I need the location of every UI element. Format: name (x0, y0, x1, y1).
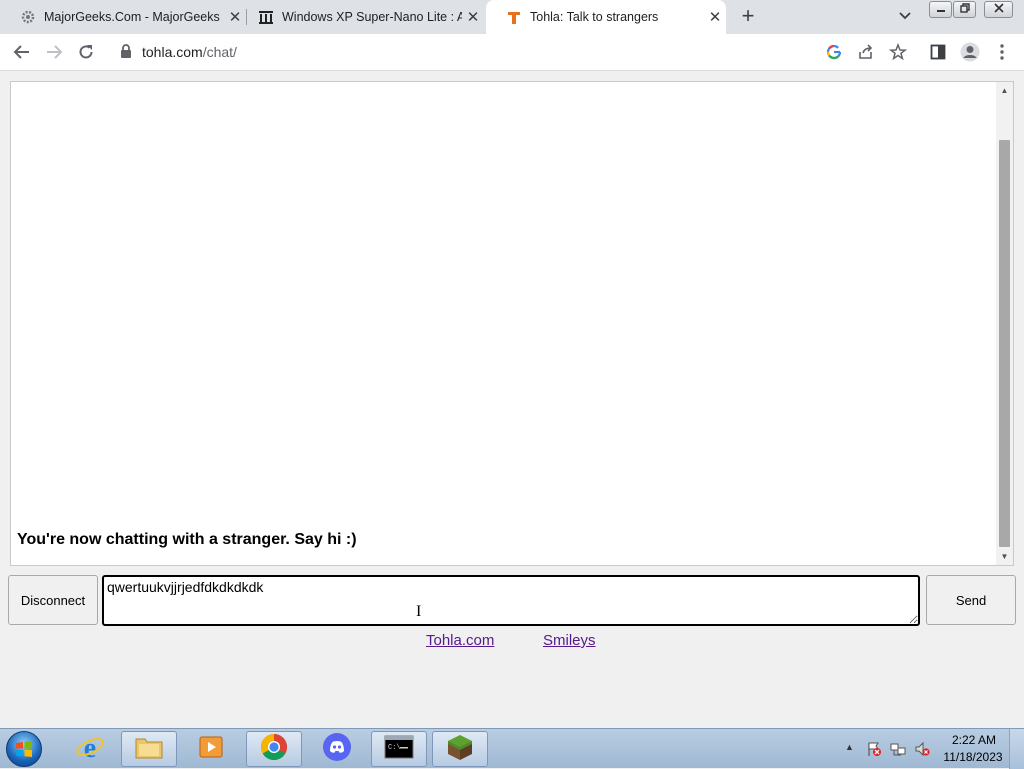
google-icon[interactable] (824, 42, 844, 62)
bookmark-star-icon[interactable] (888, 42, 908, 62)
network-icon[interactable] (890, 741, 906, 757)
folder-icon (134, 734, 164, 765)
windows-taskbar: e C:\ ▲ 2:22 AM 11/18/2023 (0, 728, 1024, 769)
start-button[interactable] (6, 731, 42, 767)
close-tab-icon[interactable]: ✕ (462, 8, 484, 26)
smileys-link[interactable]: Smileys (543, 632, 596, 649)
forward-button[interactable] (44, 42, 64, 62)
url-path: /chat/ (202, 44, 237, 60)
minimize-window-button[interactable] (929, 1, 952, 18)
url-text: tohla.com/chat/ (142, 44, 237, 60)
chrome-icon (259, 732, 289, 767)
close-window-button[interactable] (984, 1, 1013, 18)
action-center-flag-icon[interactable] (866, 741, 882, 757)
chat-log[interactable]: You're now chatting with a stranger. Say… (10, 81, 1014, 566)
browser-toolbar: tohla.com/chat/ (0, 34, 1024, 71)
tab-tohla[interactable]: Tohla: Talk to strangers ✕ (486, 0, 726, 34)
svg-text:C:\: C:\ (388, 744, 401, 752)
minecraft-grass-block-icon (445, 732, 475, 767)
tab-title: Windows XP Super-Nano Lite : Al (282, 10, 462, 24)
discord-icon (322, 732, 352, 767)
internet-explorer-icon: e (75, 732, 105, 767)
chat-log-scrollbar[interactable]: ▲ ▼ (996, 82, 1013, 565)
tab-title: MajorGeeks.Com - MajorGeeks (44, 10, 220, 24)
media-player-icon (197, 733, 225, 766)
taskbar-minecraft[interactable] (432, 731, 488, 767)
address-bar[interactable]: tohla.com/chat/ (108, 37, 916, 67)
taskbar-chrome[interactable] (246, 731, 302, 767)
tab-majorgeeks[interactable]: MajorGeeks.Com - MajorGeeks ✕ (0, 0, 246, 34)
show-hidden-icons-arrow-icon[interactable]: ▲ (845, 742, 854, 752)
send-button[interactable]: Send (926, 575, 1016, 625)
taskbar-internet-explorer[interactable]: e (62, 731, 118, 767)
more-menu-icon[interactable] (992, 42, 1012, 62)
chevron-down-icon[interactable] (896, 8, 914, 26)
lock-icon[interactable] (120, 44, 132, 63)
taskbar-media-player[interactable] (183, 731, 239, 767)
close-tab-icon[interactable]: ✕ (704, 8, 726, 26)
text-cursor-icon: I (416, 603, 422, 620)
reload-button[interactable] (76, 42, 96, 62)
archive-icon (258, 9, 274, 25)
gear-icon (20, 9, 36, 25)
chat-status-message: You're now chatting with a stranger. Say… (17, 531, 357, 548)
taskbar-discord[interactable] (309, 731, 365, 767)
taskbar-command-prompt[interactable]: C:\ (371, 731, 427, 767)
taskbar-file-explorer[interactable] (121, 731, 177, 767)
command-prompt-icon: C:\ (384, 735, 414, 764)
scroll-up-arrow-icon[interactable]: ▲ (996, 82, 1013, 99)
show-desktop-button[interactable] (1009, 729, 1024, 769)
side-panel-icon[interactable] (928, 42, 948, 62)
new-tab-button[interactable]: + (737, 5, 759, 27)
back-button[interactable] (12, 42, 32, 62)
profile-avatar-icon[interactable] (960, 42, 980, 62)
disconnect-button[interactable]: Disconnect (8, 575, 98, 625)
clock-date[interactable]: 11/18/2023 (940, 750, 1006, 764)
browser-tab-strip: MajorGeeks.Com - MajorGeeks ✕ Windows XP… (0, 0, 1024, 34)
tab-windows-xp[interactable]: Windows XP Super-Nano Lite : Al ✕ (238, 0, 484, 34)
volume-muted-icon[interactable] (914, 741, 930, 757)
tab-title: Tohla: Talk to strangers (530, 10, 659, 24)
url-domain: tohla.com (142, 44, 203, 60)
restore-window-button[interactable] (953, 1, 976, 18)
scrollbar-thumb[interactable] (999, 140, 1010, 547)
scroll-down-arrow-icon[interactable]: ▼ (996, 548, 1013, 565)
tohla-logo-icon (506, 9, 522, 25)
message-input[interactable]: qwertuukvjjrjedfdkdkdkdk (102, 575, 920, 626)
clock-time[interactable]: 2:22 AM (946, 733, 1002, 747)
share-icon[interactable] (856, 42, 876, 62)
tohla-home-link[interactable]: Tohla.com (426, 632, 494, 649)
svg-text:e: e (84, 733, 96, 762)
